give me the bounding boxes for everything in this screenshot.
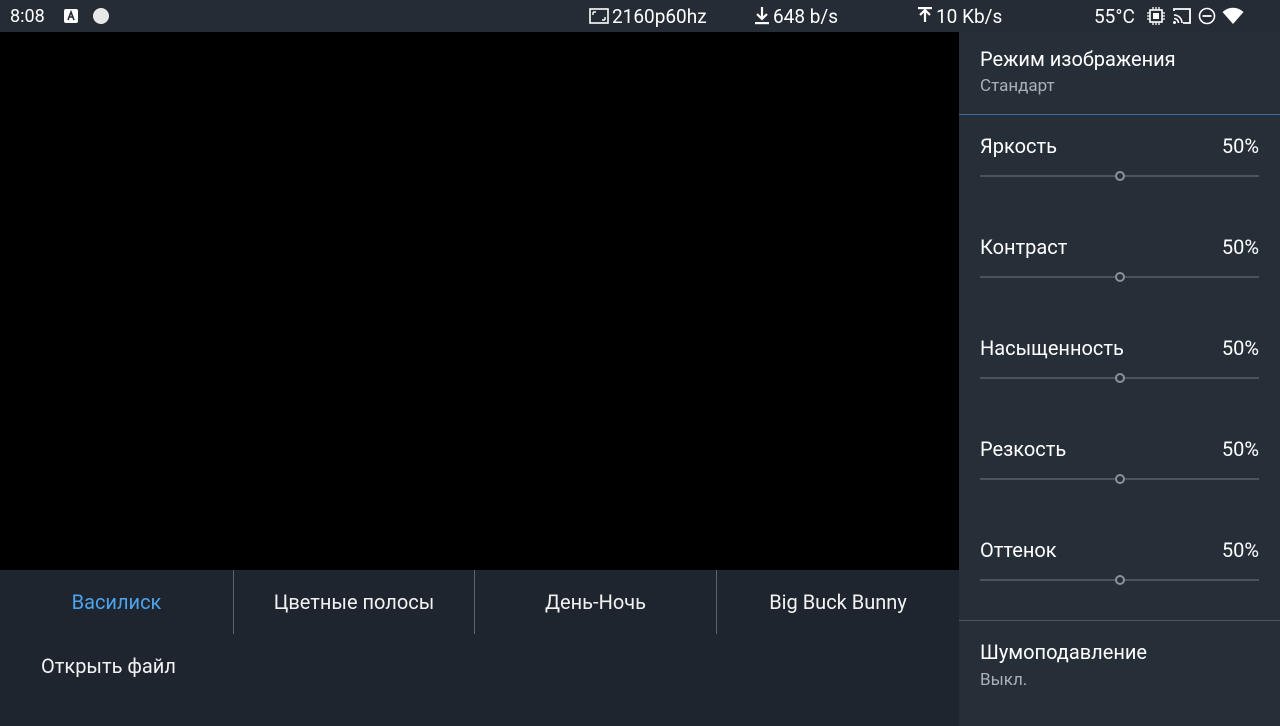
noise-reduction-title: Шумоподавление bbox=[980, 640, 1148, 664]
clock: 8:08 bbox=[10, 5, 45, 27]
cast-icon bbox=[1172, 7, 1192, 25]
circle-icon bbox=[93, 0, 109, 32]
picture-mode-title: Режим изображения bbox=[980, 47, 1176, 71]
video-tabs: Василиск Цветные полосы День-Ночь Big Bu… bbox=[0, 570, 959, 634]
brightness-label: Яркость bbox=[980, 134, 1057, 158]
brightness-value: 50% bbox=[1221, 134, 1259, 158]
dnd-icon bbox=[1198, 7, 1216, 25]
temperature: 55°C bbox=[1094, 4, 1135, 28]
upload-icon bbox=[917, 6, 933, 26]
contrast-setting: Контраст 50% bbox=[959, 235, 1280, 336]
sharpness-label: Резкость bbox=[980, 437, 1067, 461]
noise-reduction-value: Выкл. bbox=[980, 670, 1028, 690]
brightness-slider-thumb[interactable] bbox=[1114, 171, 1125, 181]
brightness-slider[interactable] bbox=[980, 171, 1259, 181]
saturation-slider-thumb[interactable] bbox=[1114, 373, 1125, 383]
picture-mode-item[interactable]: Режим изображения Стандарт bbox=[959, 32, 1280, 114]
contrast-slider-thumb[interactable] bbox=[1114, 272, 1125, 282]
saturation-slider[interactable] bbox=[980, 373, 1259, 383]
hue-slider-thumb[interactable] bbox=[1114, 575, 1125, 585]
resolution-text: 2160p60hz bbox=[612, 4, 707, 28]
upload-indicator: 10 Kb/s bbox=[917, 0, 1002, 32]
brightness-setting: Яркость 50% bbox=[959, 134, 1280, 235]
saturation-value: 50% bbox=[1221, 336, 1259, 360]
noise-reduction-item[interactable]: Шумоподавление Выкл. bbox=[959, 621, 1280, 726]
video-preview[interactable] bbox=[0, 32, 959, 570]
picture-mode-value: Стандарт bbox=[980, 76, 1055, 96]
download-speed: 648 b/s bbox=[773, 4, 839, 28]
hue-label: Оттенок bbox=[980, 538, 1057, 562]
download-indicator: 648 b/s bbox=[754, 0, 838, 32]
saturation-label: Насыщенность bbox=[980, 336, 1124, 360]
chip-icon bbox=[1146, 6, 1166, 26]
sharpness-slider[interactable] bbox=[980, 474, 1259, 484]
divider bbox=[959, 114, 1280, 115]
resolution-indicator: 2160p60hz bbox=[589, 0, 707, 32]
bottom-panel: Василиск Цветные полосы День-Ночь Big Bu… bbox=[0, 570, 959, 726]
upload-speed: 10 Kb/s bbox=[936, 4, 1003, 28]
wifi-icon bbox=[1222, 7, 1244, 25]
hue-slider[interactable] bbox=[980, 575, 1259, 585]
contrast-slider[interactable] bbox=[980, 272, 1259, 282]
status-bar: 8:08 2160p60hz 648 b/s 10 Kb/s 55°C bbox=[0, 0, 1280, 32]
tab-big-buck-bunny[interactable]: Big Buck Bunny bbox=[717, 570, 959, 634]
open-file-button[interactable]: Открыть файл bbox=[41, 654, 176, 678]
tab-color-bars[interactable]: Цветные полосы bbox=[234, 570, 474, 634]
screen-icon bbox=[589, 8, 609, 24]
download-icon bbox=[754, 6, 770, 26]
sharpness-setting: Резкость 50% bbox=[959, 437, 1280, 538]
tab-vasilisk[interactable]: Василиск bbox=[0, 570, 233, 634]
contrast-value: 50% bbox=[1221, 235, 1259, 259]
sharpness-value: 50% bbox=[1221, 437, 1259, 461]
tab-day-night[interactable]: День-Ночь bbox=[475, 570, 716, 634]
hue-value: 50% bbox=[1221, 538, 1259, 562]
saturation-setting: Насыщенность 50% bbox=[959, 336, 1280, 437]
sharpness-slider-thumb[interactable] bbox=[1114, 474, 1125, 484]
a-badge-icon bbox=[64, 0, 78, 32]
picture-settings-panel: Режим изображения Стандарт Яркость 50% К… bbox=[959, 32, 1280, 726]
contrast-label: Контраст bbox=[980, 235, 1068, 259]
system-icons bbox=[1146, 0, 1244, 32]
